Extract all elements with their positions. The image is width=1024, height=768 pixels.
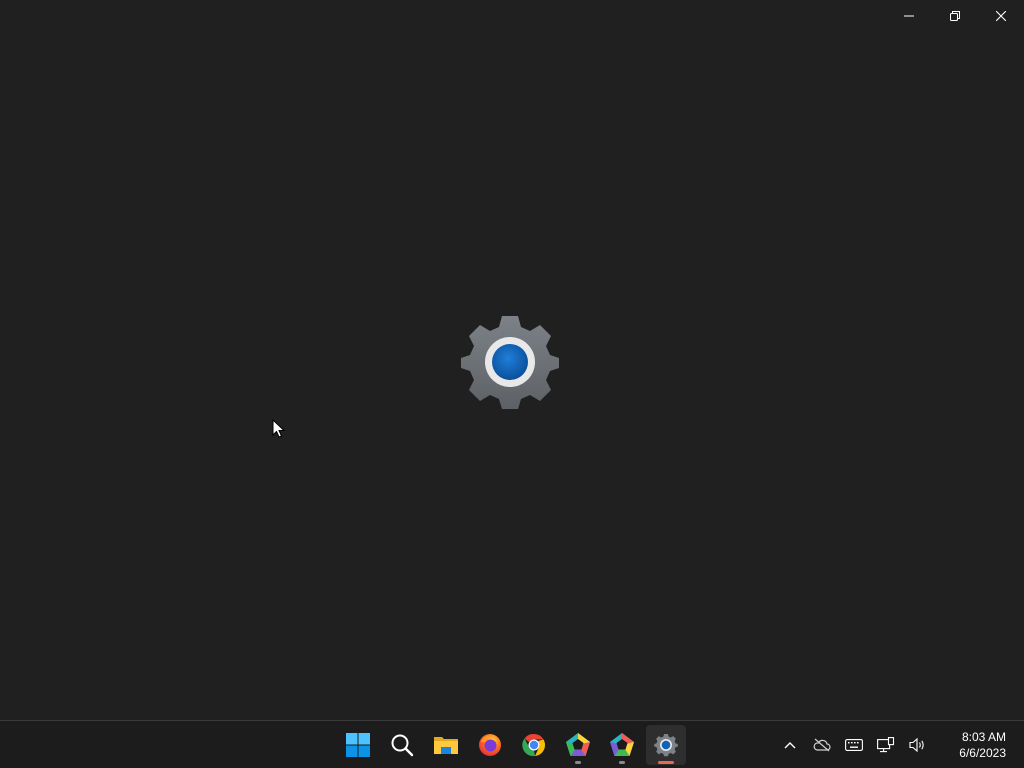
folder-icon [434,736,458,754]
close-icon [996,11,1006,21]
system-tray: 8:03 AM 6/6/2023 [774,721,1024,768]
minimize-icon [904,15,914,17]
chevron-up-icon [784,741,796,748]
firefox-icon [479,733,501,756]
chrome-button[interactable] [514,725,554,765]
volume-button[interactable] [902,725,934,765]
volume-icon [909,737,924,752]
onedrive-button[interactable] [806,725,838,765]
onedrive-offline-icon [813,738,831,751]
chrome-icon [522,733,546,756]
close-button[interactable] [978,0,1024,32]
settings-window [0,0,1024,720]
mouse-cursor-icon [272,419,286,438]
settings-taskbar-button[interactable] [646,724,686,765]
app-pentagon-2-button[interactable] [602,725,642,765]
show-hidden-icons-button[interactable] [774,725,806,765]
caption-buttons [886,0,1024,32]
app-pentagon-1-button[interactable] [558,725,598,765]
restore-icon [950,11,960,21]
taskbar-apps [336,721,688,768]
file-explorer-button[interactable] [426,725,466,765]
clock-date: 6/6/2023 [959,745,1006,760]
settings-gear-icon [461,316,559,409]
windows-start-icon [346,732,370,757]
search-button[interactable] [382,725,422,765]
clock-button[interactable]: 8:03 AM 6/6/2023 [934,725,1024,765]
pentagon-app-icon [610,732,634,756]
maximize-button[interactable] [932,0,978,32]
input-indicator-button[interactable] [838,725,870,765]
taskbar: 8:03 AM 6/6/2023 [0,720,1024,768]
keyboard-icon [845,738,863,751]
settings-gear-icon [654,733,678,756]
network-button[interactable] [870,725,902,765]
start-button[interactable] [338,725,378,765]
running-indicator [619,760,625,764]
running-indicator [575,760,581,764]
clock-time: 8:03 AM [961,729,1006,744]
firefox-button[interactable] [470,725,510,765]
pentagon-app-icon [566,732,590,756]
search-icon [391,734,414,756]
active-indicator [658,760,674,764]
network-icon [877,736,895,752]
minimize-button[interactable] [886,0,932,32]
